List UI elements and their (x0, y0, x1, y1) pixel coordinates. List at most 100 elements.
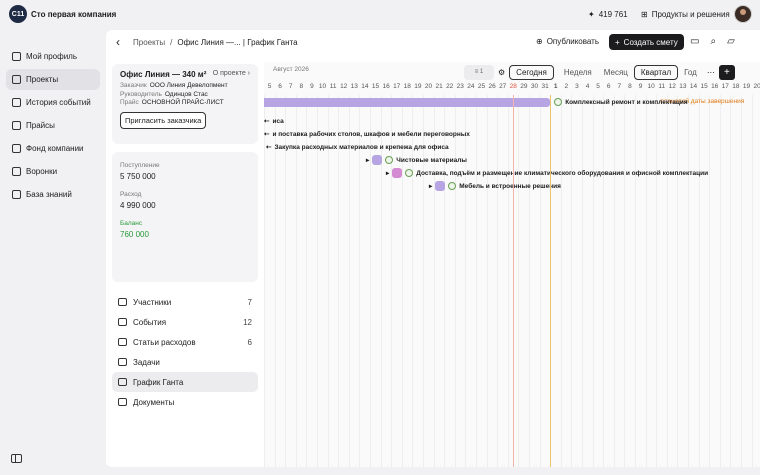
settings-icon[interactable]: ⚙ (498, 68, 505, 77)
day-column (741, 95, 752, 467)
task-row[interactable]: ▸ Чистовые материалы (366, 155, 467, 165)
search-icon[interactable]: ⌕ (710, 36, 716, 47)
avatar[interactable] (734, 5, 752, 23)
scale-month[interactable]: Месяц (598, 66, 634, 79)
gantt-bar-main[interactable] (264, 98, 551, 107)
gantt-month: Август 2026 (273, 66, 309, 73)
scale-year[interactable]: Год (678, 66, 703, 79)
day-label: 19 (414, 83, 422, 90)
products-button[interactable]: ⊞ Продукты и решения (641, 10, 730, 19)
gantt-icon (118, 378, 127, 386)
expense-label: Расход (120, 191, 142, 198)
sidebar-item-label: Мой профиль (26, 52, 78, 61)
about-project-link[interactable]: О проекте › (213, 70, 250, 79)
day-label: 2 (564, 83, 569, 90)
sidebar-item-funnels[interactable]: Воронки (6, 161, 100, 182)
finance-card: Поступление 5 750 000 Расход 4 990 000 Б… (112, 152, 258, 282)
day-label: 20 (424, 83, 433, 90)
products-label: Продукты и решения (651, 10, 730, 19)
sidebar-item-projects[interactable]: Проекты (6, 69, 100, 90)
wallet-icon (118, 338, 127, 346)
filter-icon: ≡ (474, 69, 479, 75)
menu-participants[interactable]: Участники 7 (112, 292, 258, 312)
balance-button[interactable]: ✦ 419 761 (588, 10, 628, 19)
day-label: 23 (456, 83, 464, 90)
sidebar-item-knowledge[interactable]: База знаний (6, 184, 100, 205)
sidebar-item-label: Прайсы (26, 121, 55, 130)
menu-documents[interactable]: Документы (112, 392, 258, 412)
day-label: 5 (596, 83, 600, 90)
company-name[interactable]: Сто первая компания (31, 10, 116, 19)
day-column (529, 95, 540, 467)
breadcrumb-projects[interactable]: Проекты (133, 38, 165, 47)
sidebar-item-profile[interactable]: Мой профиль (6, 46, 100, 67)
document-icon (118, 398, 127, 406)
day-label: 12 (340, 83, 348, 90)
day-label: 15 (371, 83, 380, 90)
task-row[interactable]: ▸ Мебель и встроенные решения (429, 181, 561, 191)
day-label: 8 (628, 83, 632, 90)
day-column (688, 95, 699, 467)
day-label: 30 (530, 83, 539, 90)
day-label: 3 (575, 83, 579, 90)
status-check-icon (385, 156, 394, 164)
breadcrumb: Проекты / Офис Линия —... | График Ганта (133, 38, 298, 47)
video-icon[interactable]: ▭ (690, 36, 699, 47)
publish-button[interactable]: ⊕ Опубликовать (536, 37, 599, 46)
day-column (539, 95, 551, 467)
invite-customer-button[interactable]: Пригласить заказчика (120, 111, 207, 129)
gantt-days-header: 5 6 7 8 9 10 11 12 13 14 15 16 17 18 19 20 21 22 23 24 25 26 2… (264, 82, 760, 94)
more-icon[interactable]: ⋯ (707, 68, 715, 77)
day-label: 15 (700, 83, 708, 90)
create-estimate-button[interactable]: + Создать смету (609, 34, 684, 50)
sidebar-item-label: Воронки (26, 167, 58, 176)
expand-icon[interactable]: ▸ (386, 169, 389, 177)
task-row[interactable]: ⇠ Закупка расходных материалов и крепежа … (266, 143, 449, 152)
day-label: 19 (742, 83, 751, 90)
day-label: 27 (499, 83, 507, 90)
day-label: 6 (278, 83, 282, 90)
scale-week[interactable]: Неделя (558, 66, 598, 79)
user-icon (12, 52, 21, 61)
day-column (677, 95, 688, 467)
company-logo[interactable]: С11 (9, 5, 27, 23)
filter-button[interactable]: ≡ 1 (464, 64, 494, 80)
menu-events[interactable]: События 12 (112, 312, 258, 332)
menu-gantt[interactable]: График Ганта (112, 372, 258, 392)
project-title: Офис Линия — 340 м² (120, 70, 207, 79)
main-content: ‹ Проекты / Офис Линия —... | График Ган… (106, 30, 760, 467)
day-label: 13 (350, 83, 358, 90)
day-label: 7 (617, 83, 622, 90)
header-icons: ▭ ⌕ ▱ (690, 36, 735, 47)
today-button[interactable]: Сегодня (509, 64, 554, 80)
project-meta: Заказчик ООО Линия Девелопмент Руководите… (120, 82, 228, 106)
menu-tasks[interactable]: Задачи (112, 352, 258, 372)
task-row[interactable]: ▸ Доставка, подъём и размещение климатиче… (386, 168, 708, 178)
day-column (497, 95, 508, 467)
sidebar-toggle-icon[interactable] (11, 454, 22, 463)
task-row-main[interactable]: Комплексный ремонт и комплектация (554, 98, 688, 106)
sidebar-item-history[interactable]: История событий (6, 92, 100, 113)
day-label: 14 (361, 83, 369, 90)
menu-expenses[interactable]: Статьи расходов 6 (112, 332, 258, 352)
sidebar-item-prices[interactable]: Прайсы (6, 115, 100, 136)
task-row[interactable]: ⇠ иса (264, 117, 284, 126)
day-label: 28 (509, 83, 517, 90)
back-arrow-icon[interactable]: ‹ (116, 35, 120, 49)
sidebar-item-fund[interactable]: Фонд компании (6, 138, 100, 159)
add-task-button[interactable]: + (718, 64, 735, 80)
day-column (454, 95, 466, 467)
task-row[interactable]: ⇠ и поставка рабочих столов, шкафов и меб… (264, 130, 470, 139)
day-label: 16 (382, 83, 390, 90)
balance-value: 760 000 (120, 230, 149, 239)
day-column (698, 95, 710, 467)
chat-icon[interactable]: ▱ (727, 36, 735, 47)
task-color-square (372, 155, 383, 165)
day-column (571, 95, 582, 467)
scale-quarter[interactable]: Квартал (633, 64, 679, 80)
day-label: 31 (541, 83, 549, 90)
day-column (518, 95, 529, 467)
create-label: Создать смету (623, 37, 678, 47)
expand-icon[interactable]: ▸ (366, 156, 369, 164)
expand-icon[interactable]: ▸ (429, 182, 432, 190)
